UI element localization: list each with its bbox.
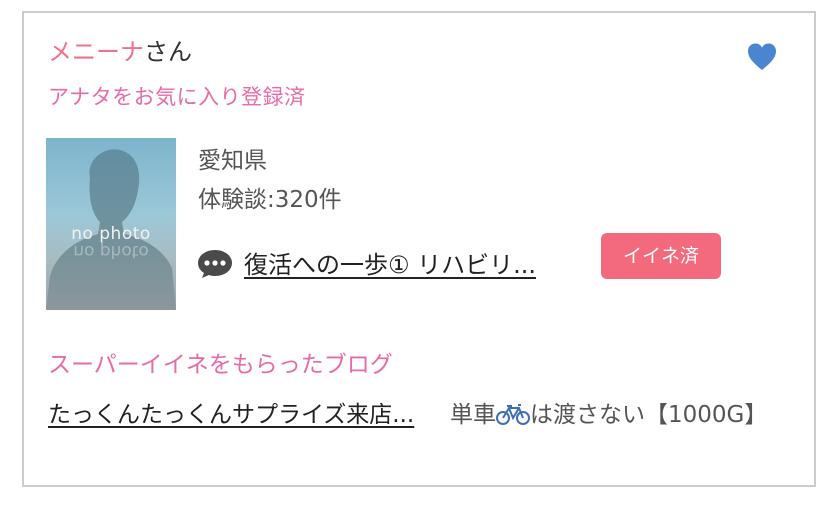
side-text-start: 単車 [450,402,496,428]
prefecture: 愛知県 [198,148,267,174]
avatar-placeholder-reflection: no photo [73,241,149,261]
iine-button[interactable]: イイネ済 [601,233,721,279]
latest-blog-link[interactable]: 復活への一歩① リハビリ... [244,245,536,280]
story-count: 体験談:320件 [198,187,342,213]
comment-icon [198,250,232,278]
user-name-header: メニーナさん [48,35,192,69]
super-iine-section-title: スーパーイイネをもらったブログ [48,352,393,378]
favorite-status: アナタをお気に入り登録済 [48,85,306,109]
user-name[interactable]: メニーナ [48,38,144,66]
super-iine-blog-link[interactable]: たっくんたっくんサプライズ来店... [48,397,418,433]
heart-icon[interactable] [746,41,778,73]
side-text-end: は渡さない【1000G】 [530,402,768,428]
super-iine-blog-side-text: 単車 は渡さない【1000G】 [450,397,780,433]
bicycle-icon [496,404,530,425]
user-card: メニーナさん アナタをお気に入り登録済 no photo no photo 愛知… [22,11,816,487]
user-honorific: さん [144,38,192,66]
avatar[interactable]: no photo no photo [46,138,176,310]
